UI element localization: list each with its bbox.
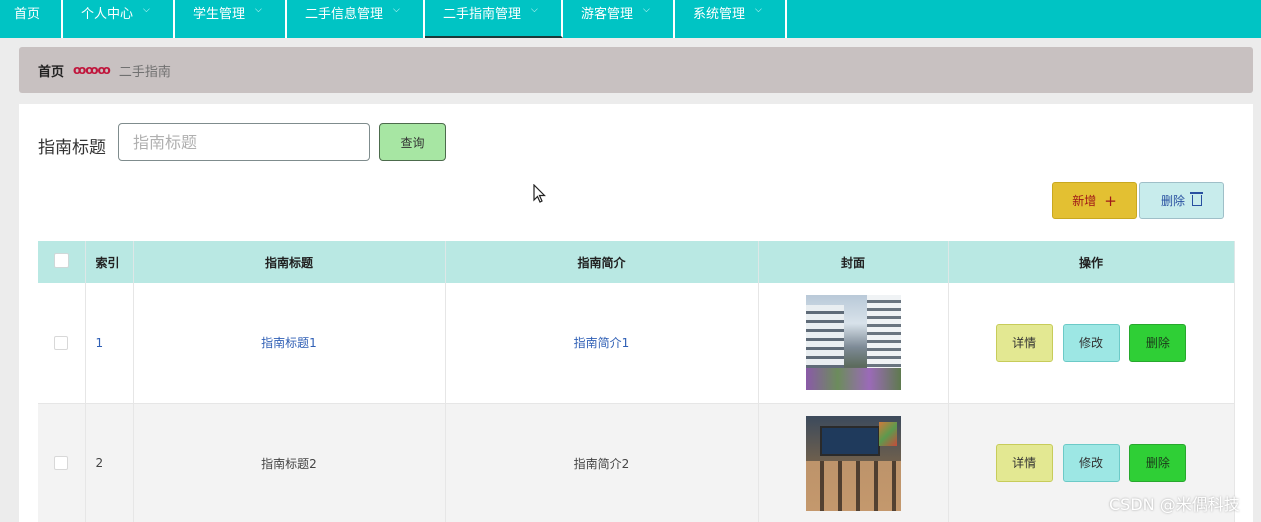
nav-item-label: 二手指南管理: [443, 7, 522, 22]
main-panel: 指南标题 查询 新增 + 删除 索引 指南标题 指南简介 封面 操作: [19, 104, 1253, 522]
table-row[interactable]: 1 指南标题1 指南简介1 详情 修改 删除: [38, 283, 1235, 404]
guide-table: 索引 指南标题 指南简介 封面 操作 1 指南标题1 指南简介1 详情 修改 删…: [38, 241, 1235, 522]
nav-item-label: 个人中心: [81, 7, 134, 22]
breadcrumb: 首页 ꝏꝏꝏ 二手指南: [19, 47, 1253, 93]
row-title: 指南标题1: [133, 283, 446, 404]
table-row[interactable]: 2 指南标题2 指南简介2 详情 修改 删除: [38, 403, 1235, 522]
chevron-down-icon: ⌵: [255, 5, 262, 15]
row-ops-cell: 详情 修改 删除: [948, 283, 1235, 404]
school-building-photo: [805, 295, 901, 391]
nav-item-guide-management[interactable]: 二手指南管理 ⌵: [425, 0, 563, 38]
nav-item-label: 学生管理: [193, 7, 246, 22]
classroom-photo: [805, 415, 901, 511]
nav-item-student-management[interactable]: 学生管理 ⌵: [175, 0, 287, 38]
nav-item-visitor-management[interactable]: 游客管理 ⌵: [563, 0, 675, 38]
detail-button[interactable]: 详情: [995, 323, 1053, 362]
nav-item-personal-center[interactable]: 个人中心 ⌵: [63, 0, 175, 38]
mouse-cursor-icon: [533, 184, 546, 203]
column-header-index: 索引: [85, 241, 134, 283]
row-summary: 指南简介2: [445, 403, 759, 522]
query-button[interactable]: 查询: [379, 123, 446, 161]
chevron-down-icon: ⌵: [755, 5, 762, 15]
chevron-down-icon: ⌵: [643, 5, 650, 15]
nav-item-label: 游客管理: [581, 7, 634, 22]
chevron-down-icon: ⌵: [531, 5, 538, 15]
nav-item-system-management[interactable]: 系统管理 ⌵: [675, 0, 787, 38]
top-nav: 首页 个人中心 ⌵ 学生管理 ⌵ 二手信息管理 ⌵ 二手指南管理 ⌵ 游客管理 …: [0, 0, 1261, 38]
row-index: 2: [85, 403, 134, 522]
delete-button[interactable]: 删除: [1129, 444, 1187, 482]
column-header-title: 指南标题: [133, 241, 446, 283]
select-all-checkbox[interactable]: [53, 253, 69, 268]
batch-delete-button[interactable]: 删除: [1139, 182, 1224, 219]
column-header-summary: 指南简介: [445, 241, 759, 283]
delete-button[interactable]: 删除: [1129, 323, 1187, 362]
row-checkbox[interactable]: [54, 336, 69, 350]
chevron-down-icon: ⌵: [143, 5, 150, 15]
nav-item-home[interactable]: 首页: [0, 0, 63, 38]
edit-button[interactable]: 修改: [1062, 323, 1120, 362]
row-cover-cell: [758, 403, 949, 522]
nav-item-label: 首页: [14, 7, 41, 22]
nav-item-label: 二手信息管理: [305, 7, 384, 22]
breadcrumb-separator-icon: ꝏꝏꝏ: [73, 63, 111, 77]
row-checkbox-cell: [38, 403, 86, 522]
column-header-ops: 操作: [948, 241, 1235, 283]
plus-icon: +: [1104, 191, 1117, 210]
add-button-label: 新增: [1072, 194, 1097, 208]
row-summary: 指南简介1: [445, 283, 759, 404]
watermark: CSDN @米偶科技: [1109, 495, 1240, 514]
batch-delete-label: 删除: [1160, 194, 1185, 208]
breadcrumb-current: 二手指南: [118, 64, 171, 80]
row-checkbox[interactable]: [54, 456, 69, 471]
detail-button[interactable]: 详情: [995, 444, 1053, 482]
edit-button[interactable]: 修改: [1062, 444, 1120, 482]
chevron-down-icon: ⌵: [393, 5, 400, 15]
search-label: 指南标题: [38, 138, 106, 158]
nav-item-secondhand-info-management[interactable]: 二手信息管理 ⌵: [287, 0, 425, 38]
row-cover-cell: [758, 283, 949, 404]
nav-item-label: 系统管理: [693, 7, 746, 22]
table-header-row: 索引 指南标题 指南简介 封面 操作: [38, 241, 1235, 283]
row-index: 1: [85, 283, 134, 404]
row-title: 指南标题2: [133, 403, 446, 522]
search-input[interactable]: [118, 123, 370, 161]
column-header-cover: 封面: [758, 241, 949, 283]
breadcrumb-home[interactable]: 首页: [38, 61, 64, 80]
row-checkbox-cell: [38, 283, 86, 404]
add-button[interactable]: 新增 +: [1052, 182, 1137, 219]
select-all-cell: [38, 241, 86, 283]
trash-icon: [1190, 192, 1203, 206]
